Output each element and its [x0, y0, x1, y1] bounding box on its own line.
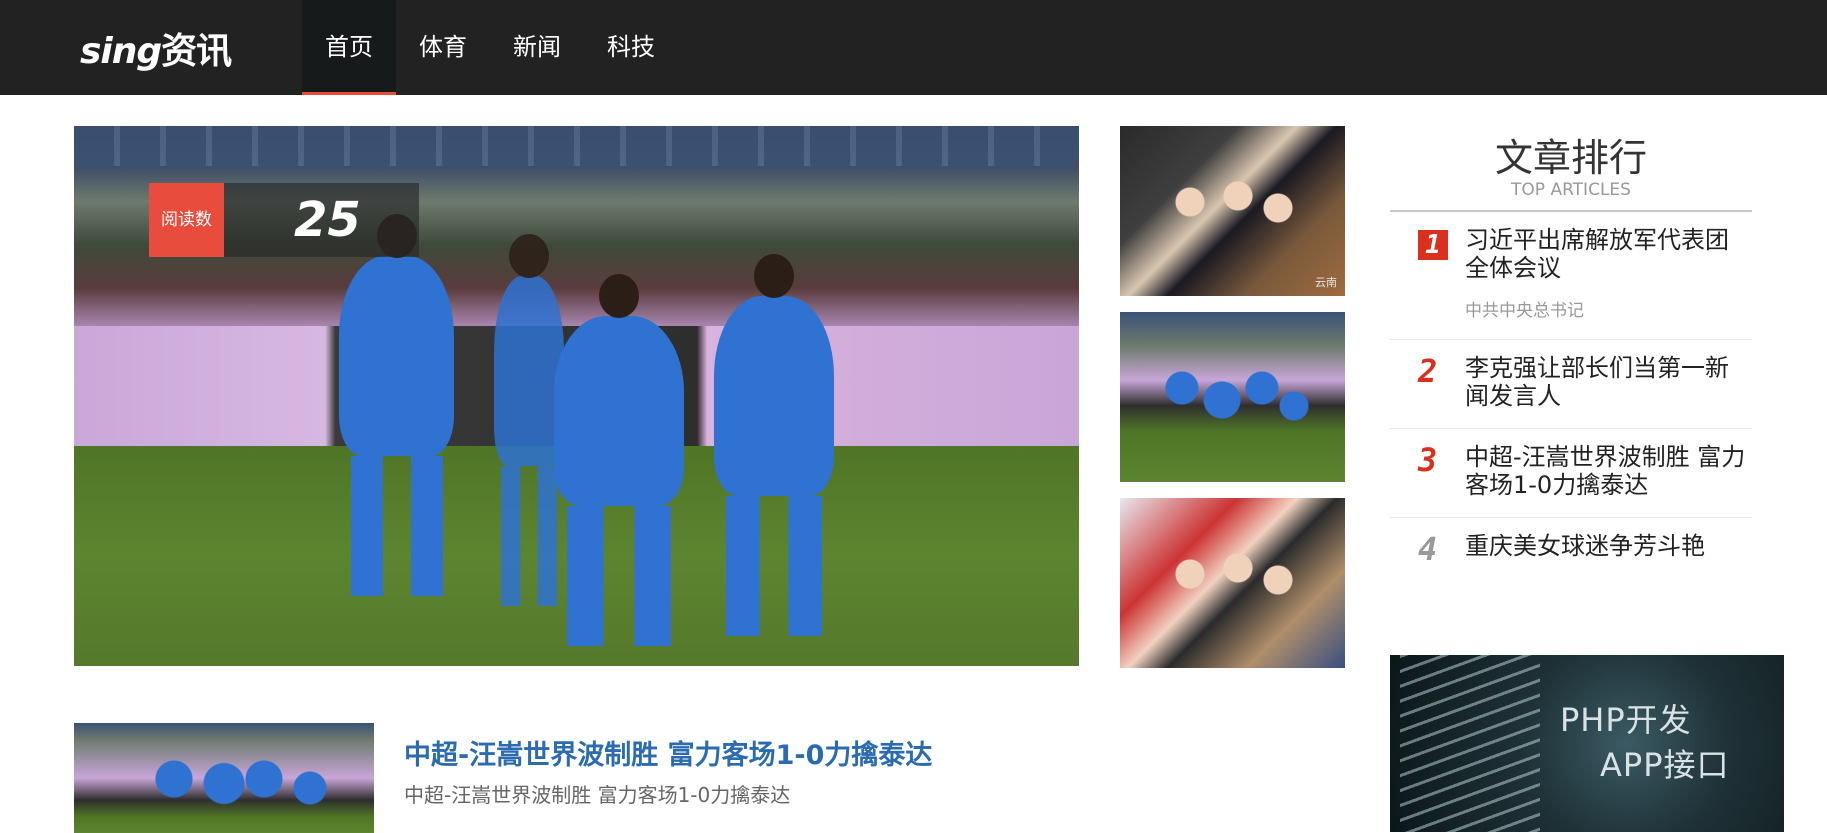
ad-line-2: APP接口 [1600, 746, 1730, 784]
rank-title[interactable]: 重庆美女球迷争芳斗艳 [1465, 532, 1752, 560]
ad-line-1: PHP开发 [1560, 701, 1692, 739]
nav-item-sports[interactable]: 体育 [396, 0, 490, 95]
thumb-people [134, 743, 334, 833]
read-count-badge: 阅读数 25 [149, 183, 419, 257]
thumb-people [1150, 166, 1310, 286]
hero-player [494, 234, 564, 606]
rank-title[interactable]: 习近平出席解放军代表团全体会议 [1465, 226, 1752, 282]
ad-banner[interactable]: PHP开发 APP接口 [1390, 655, 1784, 832]
thumb-football[interactable] [1120, 312, 1345, 482]
rank-number: 2 [1418, 352, 1438, 390]
rank-number: 1 [1418, 230, 1448, 260]
rank-subtitle: 中共中央总书记 [1465, 301, 1584, 321]
read-count-label: 阅读数 [149, 183, 224, 257]
rank-item[interactable]: 3 中超-汪嵩世界波制胜 富力客场1-0力擒泰达 [1390, 429, 1752, 518]
article-thumbnail[interactable] [74, 723, 374, 833]
thumb-watermark: 云南 [1315, 276, 1337, 289]
dna-helix-graphic [1400, 655, 1540, 832]
sidebar-subtitle: TOP ARTICLES [1511, 180, 1631, 200]
hero-stands [74, 126, 1079, 166]
rank-item[interactable]: 1 习近平出席解放军代表团全体会议 中共中央总书记 [1390, 212, 1752, 340]
hero-player [554, 274, 684, 646]
article-title[interactable]: 中超-汪嵩世界波制胜 富力客场1-0力擒泰达 [404, 733, 932, 772]
nav-item-news[interactable]: 新闻 [490, 0, 584, 95]
logo-latin: sing [80, 31, 162, 72]
hero-player [339, 214, 454, 596]
rank-title[interactable]: 中超-汪嵩世界波制胜 富力客场1-0力擒泰达 [1465, 443, 1752, 499]
hero-image[interactable]: 阅读数 25 [74, 126, 1079, 666]
rank-number: 3 [1418, 441, 1438, 479]
sidebar-title: 文章排行 [1494, 136, 1647, 180]
hero-player [714, 254, 834, 636]
thumb-fans[interactable] [1120, 498, 1345, 668]
main-nav: 首页 体育 新闻 科技 [302, 0, 678, 95]
read-count-value: 25 [224, 183, 419, 257]
article-summary: 中超-汪嵩世界波制胜 富力客场1-0力擒泰达 [404, 783, 791, 807]
top-articles-sidebar: 文章排行 TOP ARTICLES 1 习近平出席解放军代表团全体会议 中共中央… [1390, 126, 1752, 578]
nav-item-tech[interactable]: 科技 [584, 0, 678, 95]
rank-title[interactable]: 李克强让部长们当第一新闻发言人 [1465, 354, 1752, 410]
top-navbar: sing资讯 首页 体育 新闻 科技 [0, 0, 1827, 95]
site-logo[interactable]: sing资讯 [80, 22, 232, 74]
thumb-people [1150, 352, 1310, 472]
nav-item-home[interactable]: 首页 [302, 0, 396, 95]
rank-item[interactable]: 4 重庆美女球迷争芳斗艳 [1390, 518, 1752, 578]
logo-cn: 资讯 [161, 31, 232, 72]
thumb-people [1150, 538, 1310, 658]
rank-item[interactable]: 2 李克强让部长们当第一新闻发言人 [1390, 340, 1752, 429]
article-list-item: 中超-汪嵩世界波制胜 富力客场1-0力擒泰达 中超-汪嵩世界波制胜 富力客场1-… [74, 723, 1079, 833]
thumb-news-meeting[interactable]: 云南 [1120, 126, 1345, 296]
rank-number: 4 [1418, 530, 1438, 568]
